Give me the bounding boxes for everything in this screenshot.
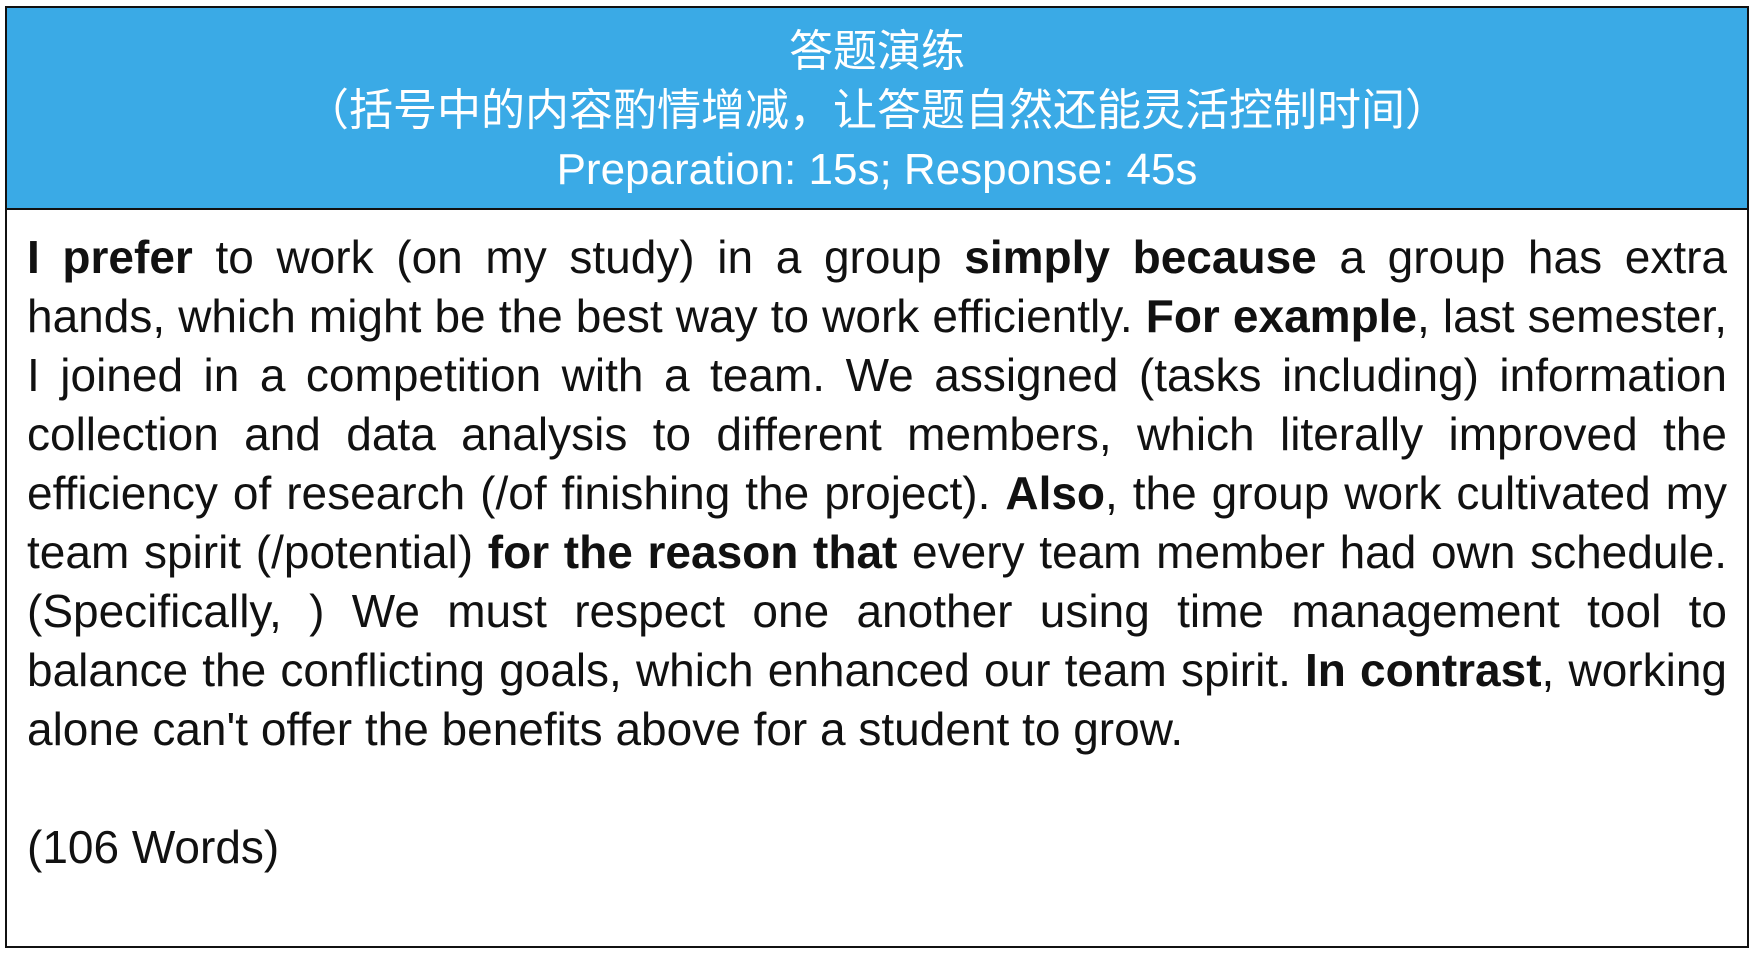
instruction-note: （括号中的内容酌情增减，让答题自然还能灵活控制时间） — [305, 86, 1449, 135]
word-count: (106 Words) — [27, 821, 280, 873]
answer-segment: to work (on my study) in a group — [192, 231, 965, 283]
answer-segment: simply because — [964, 231, 1317, 283]
answer-segment: Also — [1005, 467, 1106, 519]
answer-segment: for the reason that — [487, 526, 898, 578]
card-body: I prefer to work (on my study) in a grou… — [7, 210, 1747, 877]
card-header: 答题演练 （括号中的内容酌情增减，让答题自然还能灵活控制时间） Preparat… — [7, 8, 1747, 210]
answer-segment: In contrast — [1305, 644, 1542, 696]
answer-segment: I prefer — [27, 231, 193, 283]
answer-paragraph: I prefer to work (on my study) in a grou… — [27, 228, 1727, 759]
practice-title: 答题演练 — [789, 27, 965, 76]
answer-segment: For example — [1145, 290, 1418, 342]
timing-info: Preparation: 15s; Response: 45s — [556, 145, 1198, 194]
practice-card: 答题演练 （括号中的内容酌情增减，让答题自然还能灵活控制时间） Preparat… — [5, 6, 1749, 948]
